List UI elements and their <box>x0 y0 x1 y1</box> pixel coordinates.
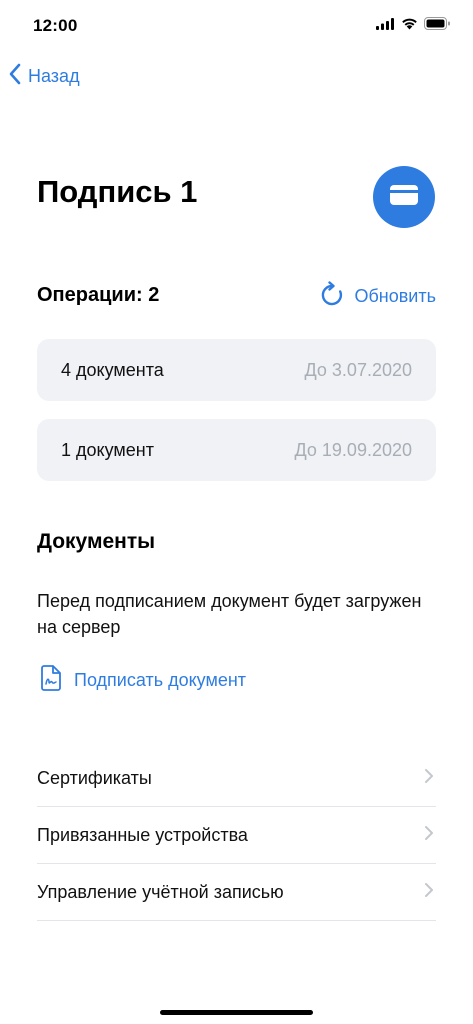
settings-menu: Сертификаты Привязанные устройства Управ… <box>37 750 436 921</box>
sign-document-label: Подписать документ <box>74 670 247 690</box>
menu-item-label: Управление учётной записью <box>37 881 284 902</box>
document-signature-icon <box>40 665 62 696</box>
chevron-right-icon <box>424 882 434 903</box>
refresh-button[interactable]: Обновить <box>320 281 436 312</box>
operation-card[interactable]: 4 документа До 3.07.2020 <box>37 339 436 401</box>
sign-document-button[interactable]: Подписать документ <box>40 665 246 696</box>
operation-name: 1 документ <box>61 439 154 460</box>
home-indicator[interactable] <box>160 1010 313 1015</box>
cellular-signal-icon <box>376 17 395 35</box>
back-label: Назад <box>28 66 80 86</box>
operation-date: До 19.09.2020 <box>294 439 413 460</box>
menu-item-certificates[interactable]: Сертификаты <box>37 750 436 807</box>
menu-item-label: Сертификаты <box>37 767 152 788</box>
documents-description: Перед подписанием документ будет загруже… <box>37 591 422 637</box>
refresh-icon <box>320 281 344 312</box>
menu-item-label: Привязанные устройства <box>37 824 248 845</box>
menu-item-linked-devices[interactable]: Привязанные устройства <box>37 807 436 864</box>
card-button[interactable] <box>373 166 435 228</box>
operations-title: Операции: 2 <box>37 284 160 306</box>
battery-icon <box>424 17 451 35</box>
wifi-icon <box>401 17 418 35</box>
refresh-label: Обновить <box>354 286 436 306</box>
credit-card-icon <box>390 184 418 210</box>
status-icons <box>376 17 451 35</box>
chevron-left-icon <box>8 62 22 91</box>
chevron-right-icon <box>424 768 434 789</box>
operation-card[interactable]: 1 документ До 19.09.2020 <box>37 419 436 481</box>
chevron-right-icon <box>424 825 434 846</box>
page-title: Подпись 1 <box>37 174 198 209</box>
back-button[interactable]: Назад <box>8 62 80 91</box>
menu-item-account-management[interactable]: Управление учётной записью <box>37 864 436 921</box>
documents-title: Документы <box>37 530 156 553</box>
status-bar: 12:00 <box>0 0 473 52</box>
operation-name: 4 документа <box>61 359 164 380</box>
operation-date: До 3.07.2020 <box>304 359 412 380</box>
status-time: 12:00 <box>33 16 78 35</box>
